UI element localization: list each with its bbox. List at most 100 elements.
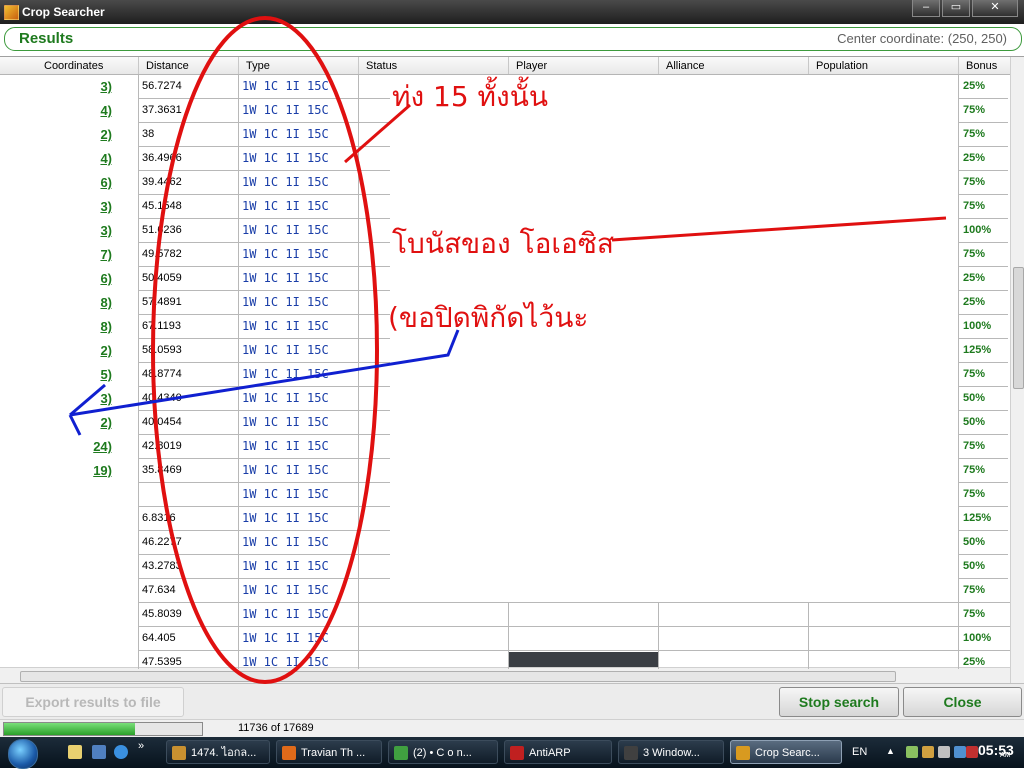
cell-coordinates[interactable]: 6) <box>40 171 112 194</box>
start-button-icon[interactable] <box>8 739 38 769</box>
close-button[interactable]: Close <box>903 687 1022 717</box>
taskbar-item[interactable]: Travian Th ... <box>276 740 382 764</box>
stop-search-button[interactable]: Stop search <box>779 687 899 717</box>
cell-coordinates[interactable]: 19) <box>40 459 112 482</box>
table-row[interactable]: 64.405 1W 1C 1I 15C 100% <box>0 627 1010 651</box>
table-row[interactable]: 6) 50.4059 1W 1C 1I 15C 25% <box>0 267 1010 291</box>
cell-coordinates[interactable] <box>40 555 112 578</box>
table-row[interactable]: 8) 67.1193 1W 1C 1I 15C 100% <box>0 315 1010 339</box>
column-header-distance[interactable]: Distance <box>146 60 189 72</box>
export-results-button[interactable]: Export results to file <box>2 687 184 717</box>
table-row[interactable]: 5) 48.8774 1W 1C 1I 15C 75% <box>0 363 1010 387</box>
taskbar-item-label: Travian Th ... <box>301 747 366 759</box>
cell-distance: 58.0593 <box>142 344 182 356</box>
table-row[interactable]: 8) 57.4891 1W 1C 1I 15C 25% <box>0 291 1010 315</box>
cell-coordinates[interactable]: 2) <box>40 339 112 362</box>
cell-coordinates[interactable] <box>40 603 112 626</box>
table-row[interactable]: 1W 1C 1I 15C 75% <box>0 483 1010 507</box>
table-row[interactable]: 6) 39.4462 1W 1C 1I 15C 75% <box>0 171 1010 195</box>
tray-expand-icon[interactable]: ▲ <box>886 746 898 758</box>
close-window-button[interactable]: ✕ <box>972 0 1018 17</box>
table-row[interactable]: 43.2783 1W 1C 1I 15C 50% <box>0 555 1010 579</box>
browser-icon[interactable] <box>114 745 128 759</box>
cell-distance: 6.8316 <box>142 512 176 524</box>
cell-type: 1W 1C 1I 15C <box>242 367 329 381</box>
cell-coordinates[interactable]: 4) <box>40 147 112 170</box>
cell-coordinates[interactable]: 3) <box>40 195 112 218</box>
horizontal-scrollbar-thumb[interactable] <box>20 671 896 682</box>
table-row[interactable]: 2) 58.0593 1W 1C 1I 15C 125% <box>0 339 1010 363</box>
tray-volume-icon[interactable] <box>938 746 950 758</box>
table-row[interactable]: 3) 40.4340 1W 1C 1I 15C 50% <box>0 387 1010 411</box>
table-row[interactable]: 19) 35.8469 1W 1C 1I 15C 75% <box>0 459 1010 483</box>
table-row[interactable]: 4) 37.3631 1W 1C 1I 15C 75% <box>0 99 1010 123</box>
column-header-coordinates[interactable]: Coordinates <box>44 60 103 72</box>
cell-coordinates[interactable]: 5) <box>40 363 112 386</box>
cell-coordinates[interactable] <box>40 483 112 506</box>
cell-coordinates[interactable] <box>40 531 112 554</box>
table-row[interactable]: 4) 36.4966 1W 1C 1I 15C 25% <box>0 147 1010 171</box>
table-row[interactable]: 46.2277 1W 1C 1I 15C 50% <box>0 531 1010 555</box>
tray-security-icon[interactable] <box>966 746 978 758</box>
cell-distance: 39.4462 <box>142 176 182 188</box>
cell-type: 1W 1C 1I 15C <box>242 199 329 213</box>
cell-coordinates[interactable]: 3) <box>40 387 112 410</box>
table-row[interactable]: 6.8316 1W 1C 1I 15C 125% <box>0 507 1010 531</box>
table-row[interactable]: 47.634 1W 1C 1I 15C 75% <box>0 579 1010 603</box>
taskbar-item[interactable]: 1474. ไอกล... <box>166 740 270 764</box>
cell-coordinates[interactable] <box>40 627 112 650</box>
minimize-button[interactable]: – <box>912 0 940 17</box>
taskbar-item[interactable]: 3 Window... <box>618 740 724 764</box>
cell-type: 1W 1C 1I 15C <box>242 295 329 309</box>
cell-coordinates[interactable]: 8) <box>40 291 112 314</box>
cell-coordinates[interactable]: 8) <box>40 315 112 338</box>
column-header-type[interactable]: Type <box>246 60 270 72</box>
horizontal-scrollbar[interactable] <box>0 667 1010 684</box>
cell-coordinates[interactable] <box>40 579 112 602</box>
table-row[interactable]: 45.8039 1W 1C 1I 15C 75% <box>0 603 1010 627</box>
cell-coordinates[interactable] <box>40 507 112 530</box>
column-header-alliance[interactable]: Alliance <box>666 60 705 72</box>
cell-type: 1W 1C 1I 15C <box>242 271 329 285</box>
language-indicator[interactable]: EN <box>852 746 867 758</box>
cell-bonus: 25% <box>963 296 986 308</box>
cell-bonus: 100% <box>963 632 992 644</box>
column-header-population[interactable]: Population <box>816 60 868 72</box>
cell-distance: 37.3631 <box>142 104 182 116</box>
cell-coordinates[interactable]: 2) <box>40 411 112 434</box>
cell-coordinates[interactable]: 3) <box>40 219 112 242</box>
column-header-bonus[interactable]: Bonus <box>966 60 997 72</box>
quicklaunch-more-icon[interactable]: » <box>138 741 148 752</box>
vertical-scrollbar[interactable] <box>1010 57 1024 684</box>
tray-app-icon[interactable] <box>922 746 934 758</box>
taskbar-item[interactable]: (2) • C o n... <box>388 740 498 764</box>
table-row[interactable]: 3) 45.1548 1W 1C 1I 15C 75% <box>0 195 1010 219</box>
desktop-icon[interactable] <box>92 745 106 759</box>
column-header-status[interactable]: Status <box>366 60 397 72</box>
cell-coordinates[interactable]: 6) <box>40 267 112 290</box>
table-row[interactable]: 3) 56.7274 1W 1C 1I 15C 25% <box>0 75 1010 99</box>
selected-cell[interactable] <box>509 652 658 667</box>
tray-user-icon[interactable] <box>954 746 966 758</box>
table-row[interactable]: 7) 49.5782 1W 1C 1I 15C 75% <box>0 243 1010 267</box>
taskbar-item[interactable]: Crop Searc... <box>730 740 842 764</box>
cell-coordinates[interactable]: 2) <box>40 123 112 146</box>
maximize-button[interactable]: ▭ <box>942 0 970 17</box>
table-row[interactable]: 2) 38 1W 1C 1I 15C 75% <box>0 123 1010 147</box>
column-divider <box>658 603 659 669</box>
column-header-player[interactable]: Player <box>516 60 547 72</box>
cell-coordinates[interactable]: 7) <box>40 243 112 266</box>
window-titlebar[interactable]: Crop Searcher – ▭ ✕ <box>0 0 1024 24</box>
taskbar-item[interactable]: AntiARP <box>504 740 612 764</box>
cell-coordinates[interactable]: 24) <box>40 435 112 458</box>
results-grid[interactable]: Coordinates Distance Type Status Player … <box>0 56 1024 684</box>
cell-distance: 67.1193 <box>142 320 181 332</box>
vertical-scrollbar-thumb[interactable] <box>1013 267 1024 389</box>
tray-network-icon[interactable] <box>906 746 918 758</box>
notepad-icon[interactable] <box>68 745 82 759</box>
table-row[interactable]: 2) 40.0454 1W 1C 1I 15C 50% <box>0 411 1010 435</box>
table-row[interactable]: 3) 51.6236 1W 1C 1I 15C 100% <box>0 219 1010 243</box>
table-row[interactable]: 24) 42.8019 1W 1C 1I 15C 75% <box>0 435 1010 459</box>
cell-coordinates[interactable]: 3) <box>40 75 112 98</box>
cell-coordinates[interactable]: 4) <box>40 99 112 122</box>
